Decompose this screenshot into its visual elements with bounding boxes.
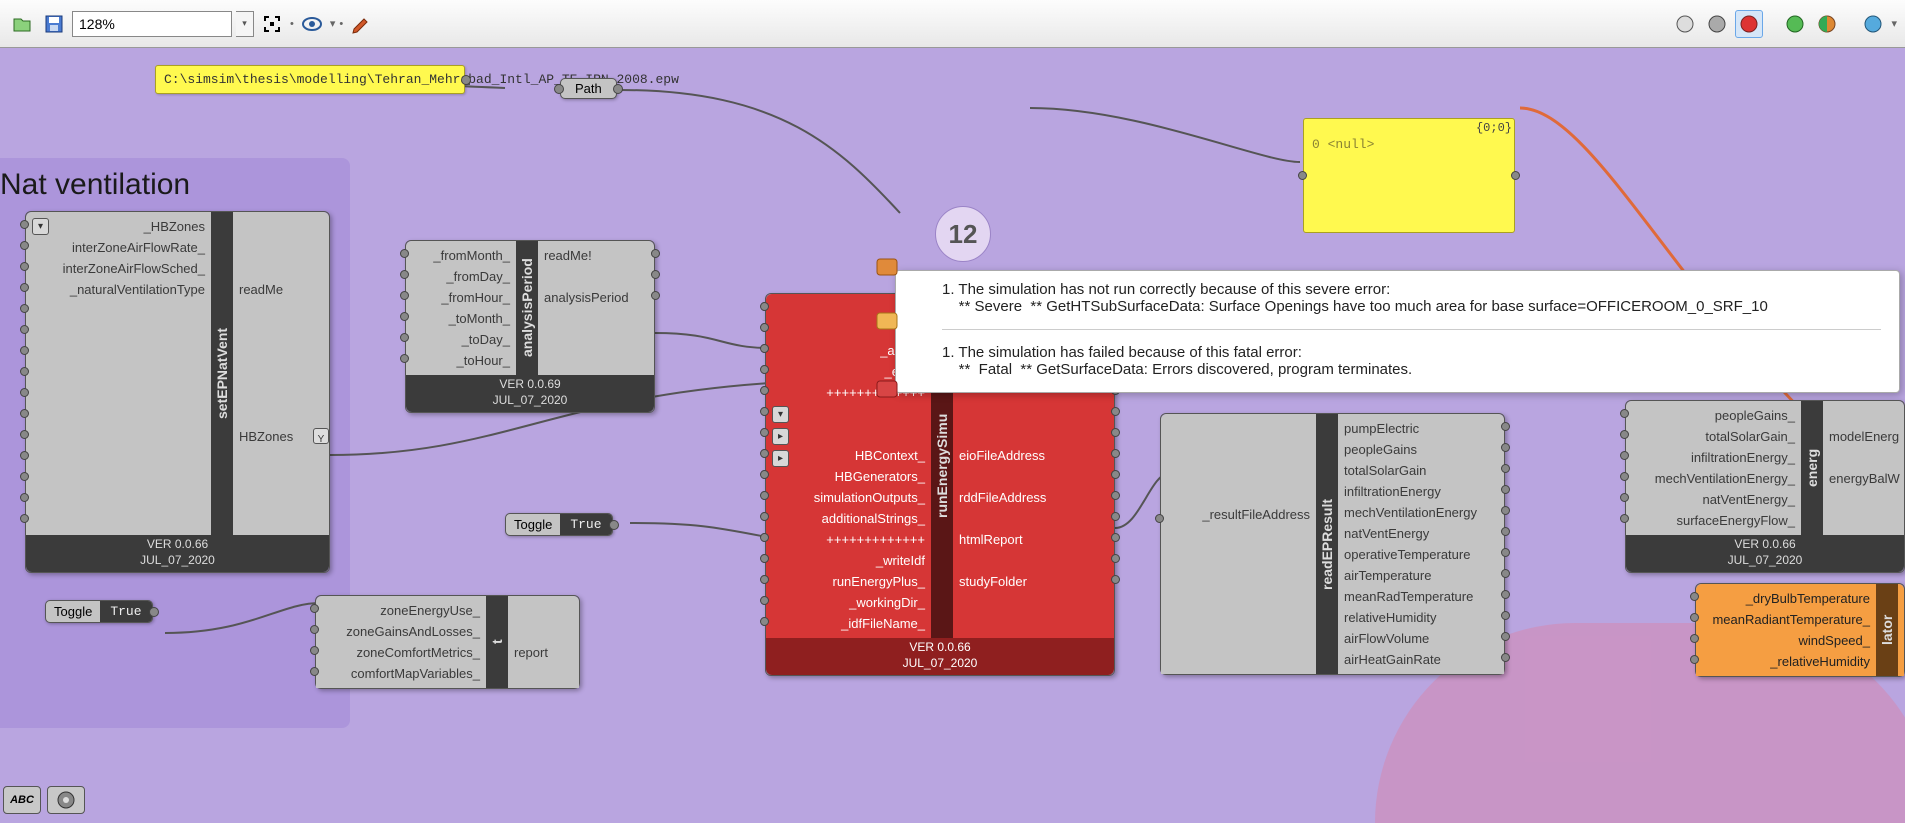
graft-tag[interactable]: Y [313,428,329,444]
preview-green-button[interactable] [1781,10,1809,38]
shade-wire-button[interactable] [1671,10,1699,38]
panel-corner: {0;0} [1476,121,1512,135]
scribble-widget[interactable]: ABC [3,786,41,814]
compass-widget[interactable] [47,786,85,814]
sketch-button[interactable] [347,10,375,38]
error-tag-icon [874,257,900,279]
zoom-extents-button[interactable] [258,10,286,38]
gumball-button[interactable] [1859,10,1887,38]
save-file-button[interactable] [40,10,68,38]
component-climate[interactable]: _dryBulbTemperature meanRadiantTemperatu… [1695,583,1905,677]
preview-split-button[interactable] [1813,10,1841,38]
component-name-label: setEPNatVent [211,212,233,535]
sphere-green-icon [1784,13,1806,35]
error-2-body: ** Fatal ** GetSurfaceData: Errors disco… [942,361,1881,378]
component-analysisPeriod[interactable]: _fromMonth_ _fromDay_ _fromHour_ _toMont… [405,240,655,413]
compass-icon [56,790,76,810]
component-report[interactable]: zoneEnergyUse_ zoneGainsAndLosses_ zoneC… [315,595,580,689]
canvas-corner-toolbar: ABC [3,786,85,814]
toolbar: ▾ • ▾ • ▾ [0,0,1905,48]
error-1-body: ** Severe ** GetHTSubSurfaceData: Surfac… [942,298,1881,315]
error-2-head: 1. The simulation has failed because of … [942,344,1881,361]
data-panel[interactable]: {0;0} 0 <null> [1303,118,1515,233]
boolean-toggle-2[interactable]: Toggle True [45,600,153,623]
save-icon [43,13,65,35]
fatal-tag-icon [874,379,900,401]
error-1-head: 1. The simulation has not run correctly … [942,281,1881,298]
zoom-dropdown[interactable]: ▾ [236,11,254,37]
component-name-label: lator [1876,584,1898,676]
sphere-blue-icon [1862,13,1884,35]
preview-button[interactable] [298,10,326,38]
shade-gray-button[interactable] [1703,10,1731,38]
component-name-label: energ [1801,401,1823,535]
eye-icon [301,13,323,35]
component-setEPNatVent[interactable]: ▾ _HBZones interZoneAirFlowRate_ interZo… [25,211,330,573]
error-balloon: 1. The simulation has not run correctly … [895,270,1900,393]
path-label: Path [575,81,602,96]
path-param[interactable]: Path [560,78,617,99]
shade-red-button[interactable] [1735,10,1763,38]
folder-open-icon [11,13,33,35]
zoom-input[interactable] [72,11,232,37]
sphere-gray-icon [1706,13,1728,35]
sphere-red-icon [1738,13,1760,35]
cluster-title: Nat ventilation [0,168,190,202]
warning-tag-icon [874,311,900,333]
sticky-filepath[interactable]: C:\simsim\thesis\modelling\Tehran_Mehrab… [155,65,465,94]
canvas[interactable]: Nat ventilation C:\simsim\thesis\modelli… [0,48,1905,817]
pencil-icon [350,13,372,35]
component-name-label: analysisPeriod [516,241,538,375]
sphere-wire-icon [1674,13,1696,35]
boolean-toggle-1[interactable]: Toggle True [505,513,613,536]
open-file-button[interactable] [8,10,36,38]
focus-icon [261,13,283,35]
sphere-split-icon [1816,13,1838,35]
component-readEPResult[interactable]: _resultFileAddress readEPResult pumpElec… [1160,413,1505,675]
component-name-label: t [486,596,508,688]
component-energyBalance[interactable]: peopleGains_ totalSolarGain_ infiltratio… [1625,400,1905,573]
group-count-badge: 12 [935,206,991,262]
component-name-label: readEPResult [1316,414,1338,674]
